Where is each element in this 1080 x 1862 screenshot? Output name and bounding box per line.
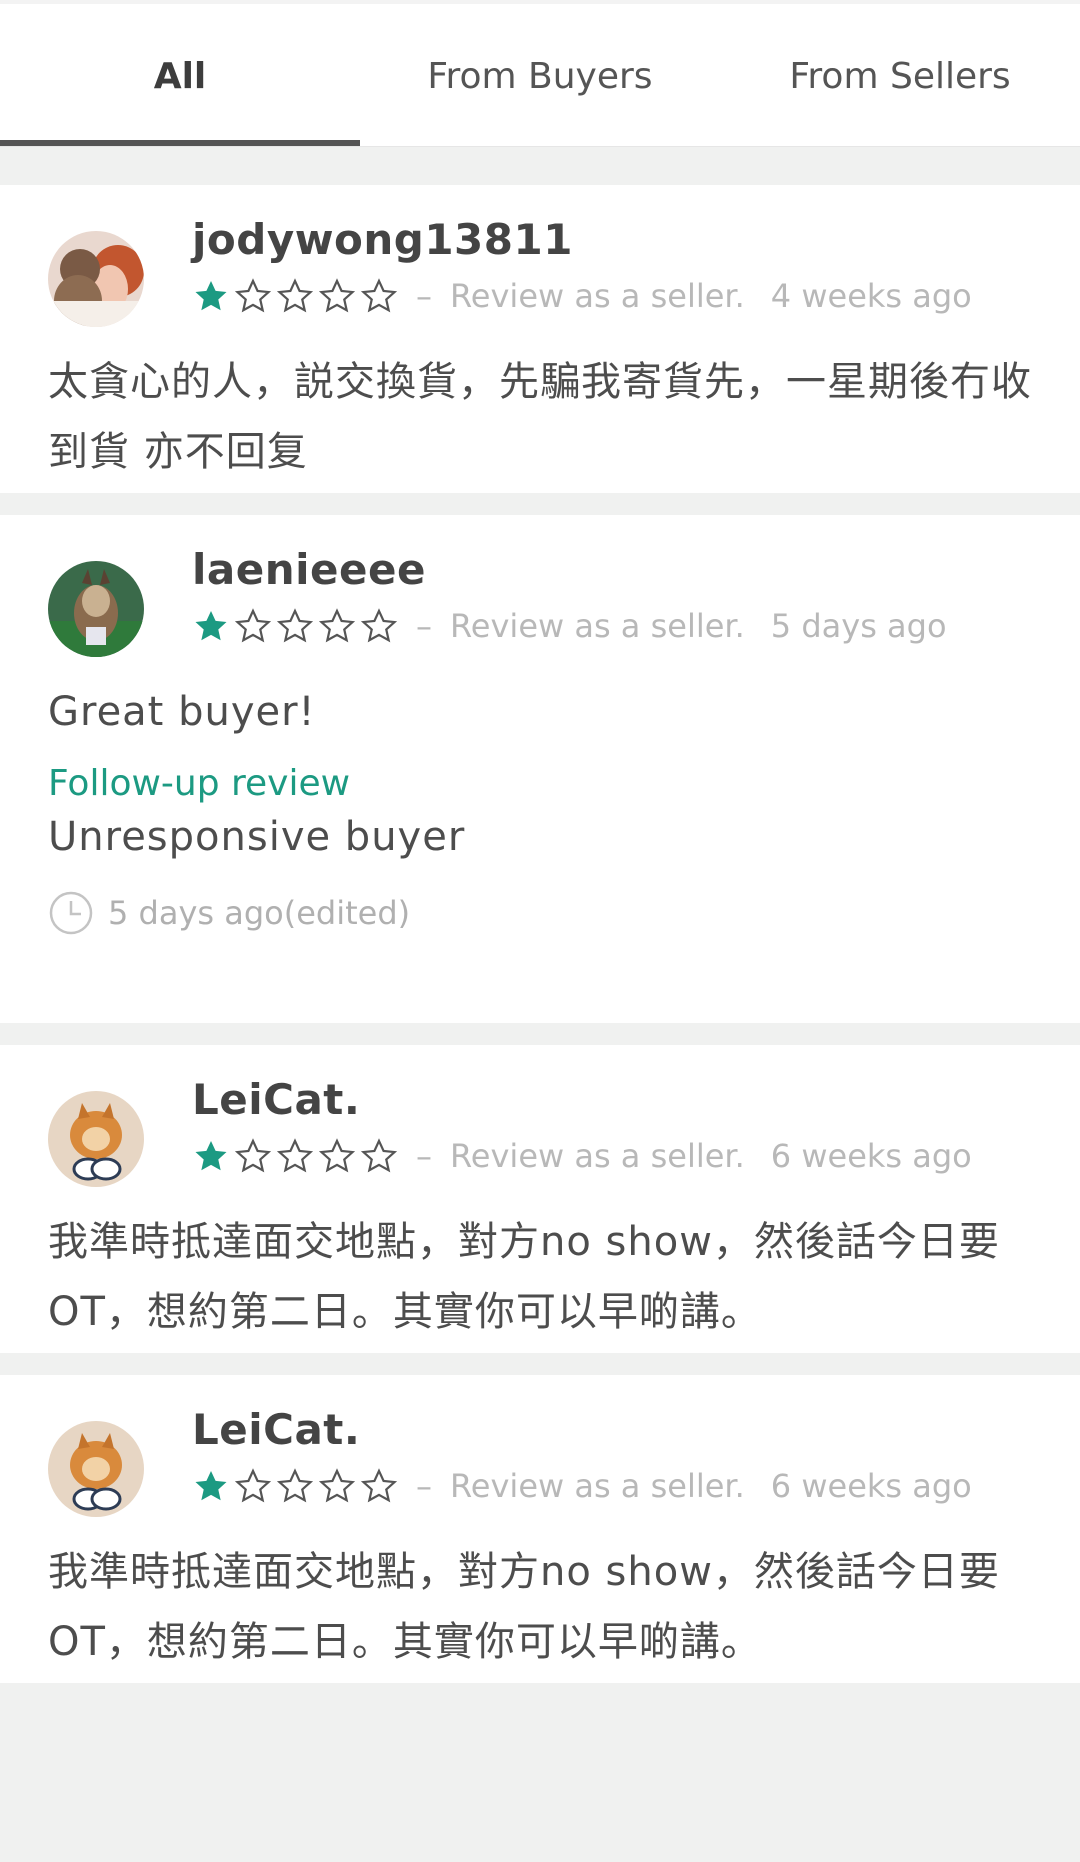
avatar[interactable] <box>48 1421 144 1517</box>
review-role: Review as a seller. <box>450 1467 745 1505</box>
meta-separator: – <box>416 607 432 645</box>
star-outline-icon <box>276 608 314 643</box>
star-outline-icon <box>318 1468 356 1503</box>
review-text: 太貪心的人，説交換貨，先騙我寄貨先，一星期後冇收到貨 亦不回复 <box>48 359 1032 475</box>
edited-time-text: 5 days ago(edited) <box>108 894 411 932</box>
tab-from-sellers[interactable]: From Sellers <box>720 0 1080 146</box>
review-time: 6 weeks ago <box>770 1467 972 1505</box>
star-outline-icon <box>318 278 356 313</box>
review-meta: – Review as a seller. 5 days ago <box>192 607 947 645</box>
star-outline-icon <box>360 278 398 313</box>
follow-up-label: Follow-up review <box>48 763 351 804</box>
star-filled-icon <box>195 280 227 311</box>
star-outline-icon <box>234 608 272 643</box>
star-outline-icon <box>318 1138 356 1173</box>
review-time: 4 weeks ago <box>770 277 972 315</box>
rating-stars <box>192 277 398 315</box>
review-text: 我準時抵達面交地點，對方no show，然後話今日要OT，想約第二日。其實你可以… <box>48 1549 1000 1665</box>
rating-stars <box>192 607 398 645</box>
star-filled-icon <box>195 1140 227 1171</box>
star-outline-icon <box>360 1138 398 1173</box>
rating-stars <box>192 1467 398 1505</box>
review-card: jodywong13811 – Review as a seller. 4 we… <box>0 185 1080 493</box>
review-time: 5 days ago <box>770 607 947 645</box>
star-outline-icon <box>276 278 314 313</box>
star-outline-icon <box>276 1138 314 1173</box>
review-card: LeiCat. – Review as a seller. 6 weeks ag… <box>0 1375 1080 1683</box>
rating-stars <box>192 1137 398 1175</box>
meta-separator: – <box>416 1467 432 1505</box>
reviewer-username[interactable]: LeiCat. <box>192 1075 360 1124</box>
review-meta: – Review as a seller. 6 weeks ago <box>192 1137 972 1175</box>
review-meta: – Review as a seller. 6 weeks ago <box>192 1467 972 1505</box>
tab-all[interactable]: All <box>0 0 360 146</box>
review-role: Review as a seller. <box>450 1137 745 1175</box>
reviewer-username[interactable]: laenieeee <box>192 545 426 594</box>
avatar[interactable] <box>48 231 144 327</box>
review-text: 我準時抵達面交地點，對方no show，然後話今日要OT，想約第二日。其實你可以… <box>48 1219 1000 1335</box>
tab-from-buyers[interactable]: From Buyers <box>360 0 720 146</box>
reviewer-username[interactable]: LeiCat. <box>192 1405 360 1454</box>
review-time: 6 weeks ago <box>770 1137 972 1175</box>
avatar[interactable] <box>48 1091 144 1187</box>
star-outline-icon <box>234 1138 272 1173</box>
review-role: Review as a seller. <box>450 277 745 315</box>
star-filled-icon <box>195 1470 227 1501</box>
review-filter-tabs: All From Buyers From Sellers <box>0 0 1080 147</box>
review-text: Great buyer! <box>48 689 316 735</box>
review-meta: – Review as a seller. 4 weeks ago <box>192 277 972 315</box>
avatar[interactable] <box>48 561 144 657</box>
star-filled-icon <box>195 610 227 641</box>
clock-icon <box>49 891 93 935</box>
review-card: laenieeee – Review as a seller. 5 days a… <box>0 515 1080 1023</box>
reviewer-username[interactable]: jodywong13811 <box>192 215 573 264</box>
star-outline-icon <box>318 608 356 643</box>
star-outline-icon <box>234 1468 272 1503</box>
review-role: Review as a seller. <box>450 607 745 645</box>
review-card: LeiCat. – Review as a seller. 6 weeks ag… <box>0 1045 1080 1353</box>
section-gap <box>0 147 1080 185</box>
meta-separator: – <box>416 277 432 315</box>
follow-up-text: Unresponsive buyer <box>48 814 466 860</box>
star-outline-icon <box>360 1468 398 1503</box>
edited-timestamp: 5 days ago(edited) <box>48 890 1032 936</box>
star-outline-icon <box>276 1468 314 1503</box>
star-outline-icon <box>360 608 398 643</box>
star-outline-icon <box>234 278 272 313</box>
meta-separator: – <box>416 1137 432 1175</box>
